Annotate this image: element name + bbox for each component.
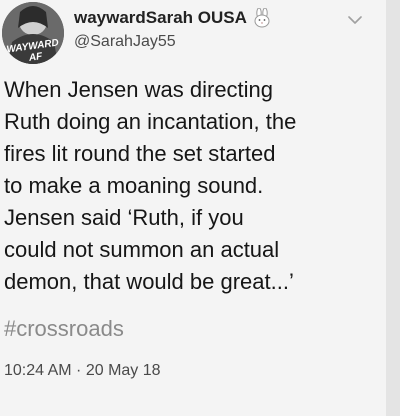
display-name[interactable]: waywardSarah OUSA [74, 8, 247, 28]
edge-strip [386, 0, 400, 416]
svg-text:AF: AF [27, 51, 44, 64]
chevron-down-icon[interactable] [348, 12, 362, 24]
hashtag-link[interactable]: #crossroads [4, 313, 124, 345]
bunny-emoji-icon [253, 7, 271, 28]
avatar[interactable]: WAYWARD AF [2, 2, 64, 64]
tweet-screenshot: WAYWARD AF waywardSarah OUSA @SarahJay55… [0, 0, 400, 416]
tweet-card: WAYWARD AF waywardSarah OUSA @SarahJay55… [0, 0, 386, 416]
avatar-image: WAYWARD AF [2, 2, 64, 64]
tweet-timestamp[interactable]: 10:24 AM · 20 May 18 [4, 362, 161, 380]
user-handle[interactable]: @SarahJay55 [74, 33, 354, 51]
display-name-row: waywardSarah OUSA [74, 6, 354, 30]
tweet-header: waywardSarah OUSA @SarahJay55 [74, 6, 354, 51]
tweet-text: When Jensen was directing Ruth doing an … [4, 77, 297, 294]
